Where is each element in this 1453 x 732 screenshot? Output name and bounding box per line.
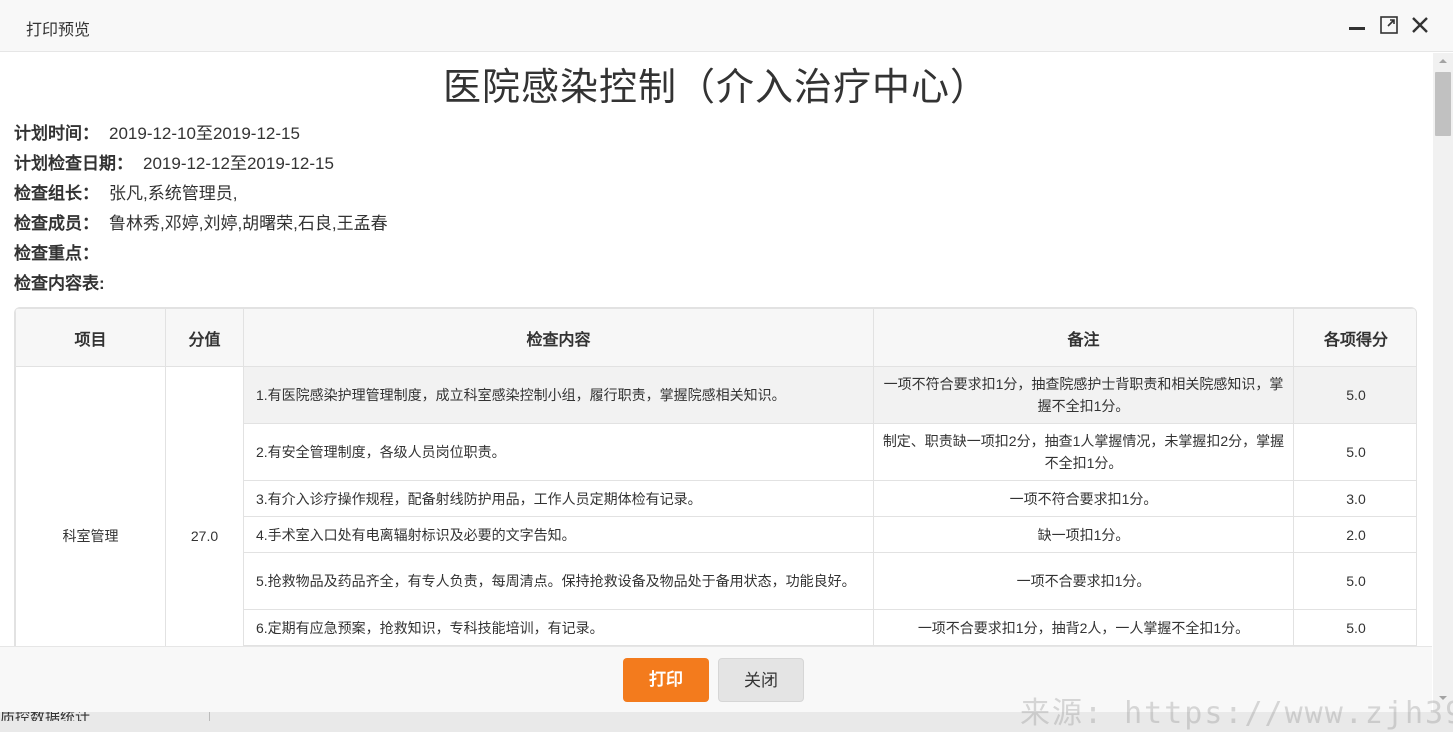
divider [209, 712, 210, 721]
scrollbar-thumb[interactable] [1435, 72, 1451, 136]
note-cell: 制定、职责缺一项扣2分，抽查1人掌握情况，未掌握扣2分，掌握不全扣1分。 [873, 423, 1294, 481]
content-cell: 3.有介入诊疗操作规程，配备射线防护用品，工作人员定期体检有记录。 [243, 480, 874, 517]
print-button[interactable]: 打印 [623, 658, 709, 702]
header-note: 备注 [873, 308, 1294, 367]
info-focus: 检查重点： [14, 239, 109, 264]
header-score: 各项得分 [1293, 308, 1416, 367]
score-cell: 5.0 [1293, 609, 1416, 646]
score-cell: 2.0 [1293, 516, 1416, 553]
background-page-strip: 质控数据统计 [0, 712, 1453, 721]
header-content: 检查内容 [243, 308, 874, 367]
info-label: 计划检查日期： [14, 154, 133, 173]
note-cell: 一项不合要求扣1分，抽背2人，一人掌握不全扣1分。 [873, 609, 1294, 646]
info-value: 2019-12-10至2019-12-15 [109, 124, 300, 143]
header-item: 项目 [15, 308, 166, 367]
score-cell: 5.0 [1293, 366, 1416, 424]
score-cell: 3.0 [1293, 480, 1416, 517]
minimize-icon[interactable] [1346, 14, 1368, 36]
group-name-cell: 科室管理 [15, 366, 166, 646]
scroll-up-arrow-icon[interactable] [1435, 56, 1451, 66]
print-preview-dialog: 打印预览 医院感染控制（介入治疗中心） 计划时间： 2019-12-10至2019… [0, 0, 1453, 712]
dialog-titlebar: 打印预览 [0, 0, 1453, 52]
info-plan-time: 计划时间： 2019-12-10至2019-12-15 [14, 119, 300, 144]
document-title: 医院感染控制（介入治疗中心） [442, 67, 989, 109]
info-label: 检查组长： [14, 184, 99, 203]
dialog-title: 打印预览 [26, 22, 91, 39]
maximize-icon[interactable] [1378, 14, 1400, 36]
dialog-footer: 打印 关闭 [0, 646, 1432, 712]
content-cell: 4.手术室入口处有电离辐射标识及必要的文字告知。 [243, 516, 874, 553]
scroll-down-arrow-icon[interactable] [1435, 693, 1451, 703]
info-team-members: 检查成员： 鲁林秀,邓婷,刘婷,胡曙荣,石良,王孟春 [14, 209, 388, 234]
score-cell: 5.0 [1293, 423, 1416, 481]
table-row: 科室管理 27.0 1.有医院感染护理管理制度，成立科室感染控制小组，履行职责，… [15, 366, 1416, 646]
info-label: 检查成员： [14, 214, 99, 233]
close-button[interactable]: 关闭 [718, 658, 804, 702]
content-cell: 6.定期有应急预案，抢救知识，专科技能培训，有记录。 [243, 609, 874, 646]
info-label: 检查内容表: [14, 274, 105, 293]
info-label: 检查重点： [14, 244, 99, 263]
content-cell: 5.抢救物品及药品齐全，有专人负责，每周清点。保持抢救设备及物品处于备用状态，功… [243, 552, 874, 610]
info-value: 2019-12-12至2019-12-15 [143, 154, 334, 173]
preview-content: 医院感染控制（介入治疗中心） 计划时间： 2019-12-10至2019-12-1… [0, 53, 1432, 646]
score-cell: 5.0 [1293, 552, 1416, 610]
group-score-cell: 27.0 [165, 366, 244, 646]
info-value: 张凡,系统管理员, [109, 184, 238, 203]
info-value: 鲁林秀,邓婷,刘婷,胡曙荣,石良,王孟春 [109, 214, 388, 233]
background-menu-item: 质控数据统计 [0, 712, 91, 721]
content-cell: 2.有安全管理制度，各级人员岗位职责。 [243, 423, 874, 481]
note-cell: 一项不符合要求扣1分。 [873, 480, 1294, 517]
close-icon[interactable] [1409, 14, 1431, 36]
info-label: 计划时间： [14, 124, 99, 143]
note-cell: 一项不符合要求扣1分，抽查院感护士背职责和相关院感知识，掌握不全扣1分。 [873, 366, 1294, 424]
note-cell: 缺一项扣1分。 [873, 516, 1294, 553]
note-cell: 一项不合要求扣1分。 [873, 552, 1294, 610]
table-header-row: 项目 分值 检查内容 备注 各项得分 [15, 308, 1416, 367]
vertical-scrollbar[interactable] [1433, 53, 1453, 712]
info-check-date: 计划检查日期： 2019-12-12至2019-12-15 [14, 149, 334, 174]
info-content-table: 检查内容表: [14, 269, 105, 294]
content-cell: 1.有医院感染护理管理制度，成立科室感染控制小组，履行职责，掌握院感相关知识。 [243, 366, 874, 424]
header-points: 分值 [165, 308, 244, 367]
inspection-table: 项目 分值 检查内容 备注 各项得分 科室管理 27.0 1.有医院感染护理管理… [14, 307, 1417, 646]
info-team-leader: 检查组长： 张凡,系统管理员, [14, 179, 237, 204]
